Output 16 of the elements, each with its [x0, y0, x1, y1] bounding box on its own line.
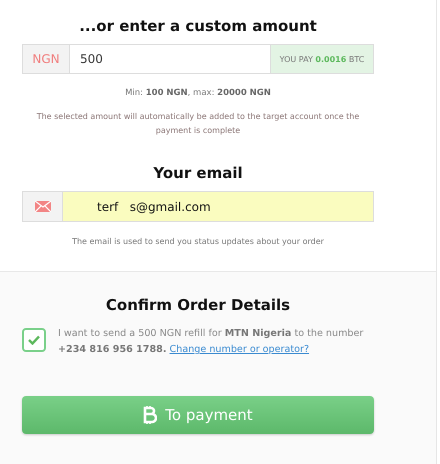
check-icon — [28, 335, 40, 345]
confirm-text: I want to send a 500 NGN refill for MTN Nigeria to the number +234 816 956 1788. Change number or operator? — [58, 327, 364, 357]
bitcoin-icon — [143, 405, 158, 425]
pay-amount-label: YOU PAY 0.0016 BTC — [280, 54, 364, 64]
info-text: The selected amount will automatically be added to the target account once the payment is complete — [36, 111, 360, 137]
info-text: The email is used to send you status updates about your order — [72, 237, 324, 246]
section-heading: Your email — [153, 164, 243, 182]
envelope-icon — [34, 201, 50, 212]
change-link[interactable]: Change number or operator? — [170, 344, 310, 355]
confirm-checkbox[interactable] — [22, 328, 46, 352]
email-input[interactable]: terf s@gmail.com — [63, 191, 374, 222]
section-heading: Confirm Order Details — [106, 296, 290, 314]
currency-label: NGN — [22, 44, 70, 74]
amount-input[interactable]: 500 — [70, 44, 270, 74]
limits-text: Min: 100 NGN, max: 20000 NGN — [125, 88, 271, 98]
section-heading: ...or enter a custom amount — [79, 17, 317, 35]
